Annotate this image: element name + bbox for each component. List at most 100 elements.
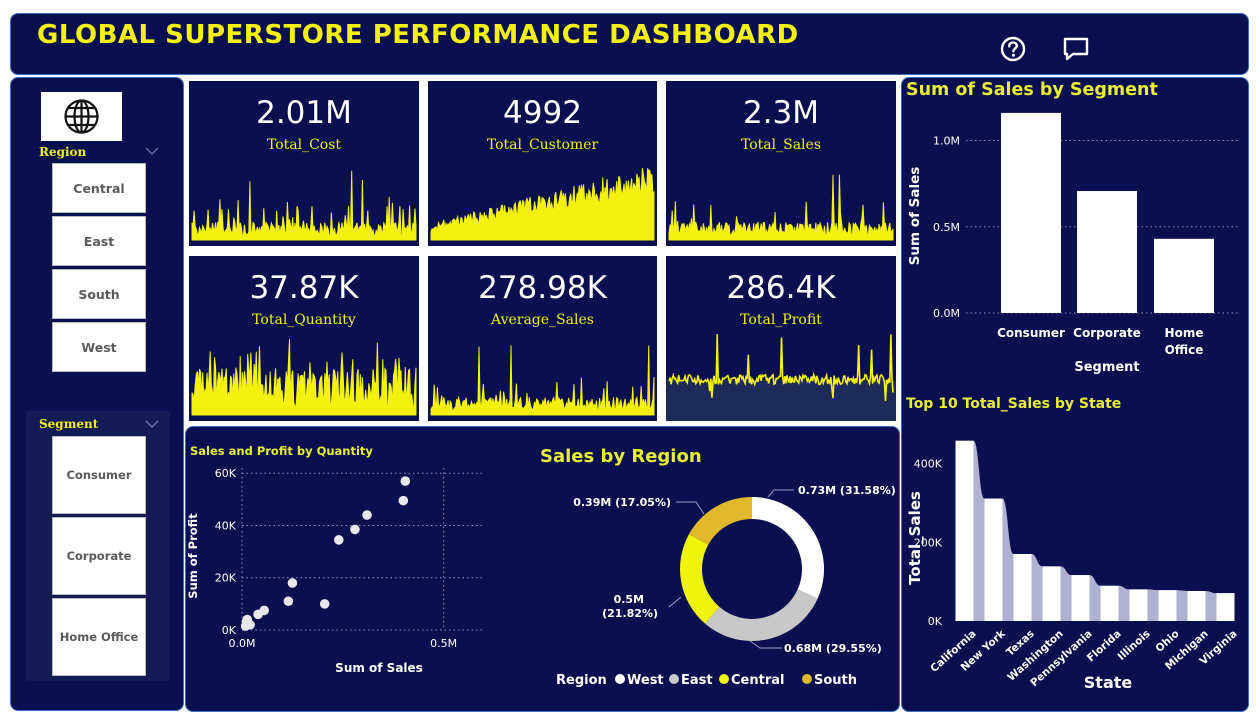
x-axis-label: State — [1084, 673, 1133, 692]
y-tick-label: 400K — [914, 458, 943, 471]
sparkline-area — [668, 174, 894, 241]
y-tick-label: 0.5M — [933, 221, 960, 234]
bar — [1158, 590, 1177, 621]
kpi-card-total-cost[interactable]: 2.01M Total_Cost — [189, 81, 419, 246]
bottom-charts-panel: Sales and Profit by Quantity 0K 20K 40K 60K… — [185, 426, 900, 712]
y-axis-label: Sum of Sales — [907, 167, 923, 266]
y-axis-label: Sum of Profit — [186, 513, 200, 599]
bar — [1216, 593, 1235, 621]
logo-box — [41, 92, 122, 141]
y-axis-label: Total_Sales — [906, 491, 924, 585]
data-label: 0.39M (17.05%) — [573, 496, 671, 509]
x-axis-label: Sum of Sales — [335, 661, 423, 675]
sparkline-area — [430, 345, 655, 416]
leader-line — [767, 489, 794, 498]
segment-home-office-button[interactable]: Home Office — [52, 598, 146, 676]
legend-title: Region — [556, 673, 607, 688]
legend-marker — [669, 674, 679, 684]
region-west-button[interactable]: West — [52, 322, 146, 372]
bar — [1077, 191, 1137, 313]
region-east-button[interactable]: East — [52, 216, 146, 266]
bar — [1100, 585, 1119, 621]
legend-marker — [719, 674, 729, 684]
kpi-card-total-quantity[interactable]: 37.87K Total_Quantity — [189, 256, 419, 421]
kpi-card-total-sales[interactable]: 2.3M Total_Sales — [666, 81, 896, 246]
scatter-chart[interactable]: 0K 20K 40K 60K 0.0M 0.5M Sum of Profit Sum of S… — [186, 460, 516, 710]
header-bar: GLOBAL SUPERSTORE PERFORMANCE DASHBOARD — [10, 13, 1249, 75]
y-tick-label: 20K — [215, 572, 237, 585]
scatter-point — [398, 495, 409, 506]
y-tick-label: 40K — [215, 519, 237, 532]
legend-label: East — [681, 673, 713, 688]
x-tick-label: Home — [1165, 326, 1204, 340]
y-tick-label: 0K — [928, 615, 943, 628]
bar — [984, 498, 1003, 621]
x-tick-label: Corporate — [1073, 326, 1141, 340]
data-label: 0.73M (31.58%) — [798, 484, 896, 497]
scatter-point — [283, 596, 294, 607]
segment-bar-chart[interactable]: 0.0M 0.5M 1.0M Sum of Sales Consumer Corporat… — [902, 106, 1248, 381]
sparkline-area — [191, 170, 417, 241]
data-label: 0.5M — [614, 593, 644, 606]
data-label: 0.68M (29.55%) — [784, 642, 882, 655]
legend-label: West — [627, 673, 664, 688]
leader-line — [749, 640, 782, 649]
scatter-point — [334, 535, 344, 545]
kpi-card-total-profit[interactable]: 286.4K Total_Profit — [666, 256, 896, 421]
y-tick-label: 0K — [222, 624, 237, 637]
kpi-card-average-sales[interactable]: 278.98K Average_Sales — [428, 256, 657, 421]
donut-chart-title: Sales by Region — [540, 446, 702, 467]
comment-icon[interactable] — [1061, 34, 1091, 64]
x-tick-label: Illinois — [1115, 628, 1152, 663]
sparkline-fill — [666, 380, 896, 421]
sparkline-area — [430, 168, 655, 241]
filter-panel: Region Central East South West Segment C… — [10, 77, 184, 711]
sparkline-area — [191, 338, 417, 416]
scatter-point — [362, 510, 372, 520]
sparkline — [191, 338, 417, 416]
segment-slicer-label: Segment — [39, 417, 99, 431]
kpi-card-total-customer[interactable]: 4992 Total_Customer — [428, 81, 657, 246]
right-charts-panel: Sum of Sales by Segment 0.0M 0.5M 1.0M Sum … — [901, 77, 1249, 712]
donut-slice — [680, 534, 720, 624]
bar — [1042, 566, 1061, 621]
x-tick-label: 0.0M — [229, 637, 256, 650]
scatter-point — [400, 476, 411, 486]
leader-line — [668, 596, 682, 608]
state-bar-chart[interactable]: 0K200K400KTotal_SalesCaliforniaNew YorkT… — [902, 420, 1248, 705]
bar — [955, 440, 974, 621]
chevron-down-icon[interactable] — [145, 147, 159, 155]
sparkline — [430, 168, 655, 241]
scatter-point — [259, 605, 269, 616]
sparkline — [191, 170, 417, 241]
region-south-button[interactable]: South — [52, 269, 146, 319]
scatter-point — [319, 599, 330, 609]
scatter-chart-title: Sales and Profit by Quantity — [190, 444, 373, 458]
x-tick-label: 0.5M — [430, 637, 457, 650]
chevron-down-icon[interactable] — [145, 420, 159, 428]
donut-slice — [752, 497, 824, 599]
y-tick-label: 60K — [215, 467, 237, 480]
y-tick-label: 1.0M — [933, 135, 960, 148]
bar — [1013, 553, 1032, 621]
x-tick-label: Office — [1165, 343, 1204, 357]
donut-chart[interactable]: 0.73M (31.58%) 0.68M (29.55%) 0.5M(21.82%)… — [536, 472, 896, 710]
scatter-point — [287, 578, 298, 588]
region-central-button[interactable]: Central — [52, 163, 146, 213]
legend-label: South — [814, 673, 857, 688]
data-label: (21.82%) — [602, 607, 658, 620]
segment-corporate-button[interactable]: Corporate — [52, 517, 146, 595]
x-axis-label: Segment — [1074, 360, 1139, 375]
globe-icon — [64, 99, 99, 134]
segment-consumer-button[interactable]: Consumer — [52, 436, 146, 514]
sparkline — [430, 345, 655, 416]
sparkline — [666, 334, 896, 421]
legend-marker — [802, 674, 812, 684]
bar — [1154, 238, 1214, 313]
x-tick-label: Consumer — [997, 326, 1065, 340]
legend-label: Central — [731, 673, 784, 688]
region-slicer-label: Region — [39, 145, 87, 159]
dashboard-title: GLOBAL SUPERSTORE PERFORMANCE DASHBOARD — [37, 20, 799, 50]
help-icon[interactable] — [998, 34, 1028, 64]
scatter-point — [245, 619, 255, 630]
